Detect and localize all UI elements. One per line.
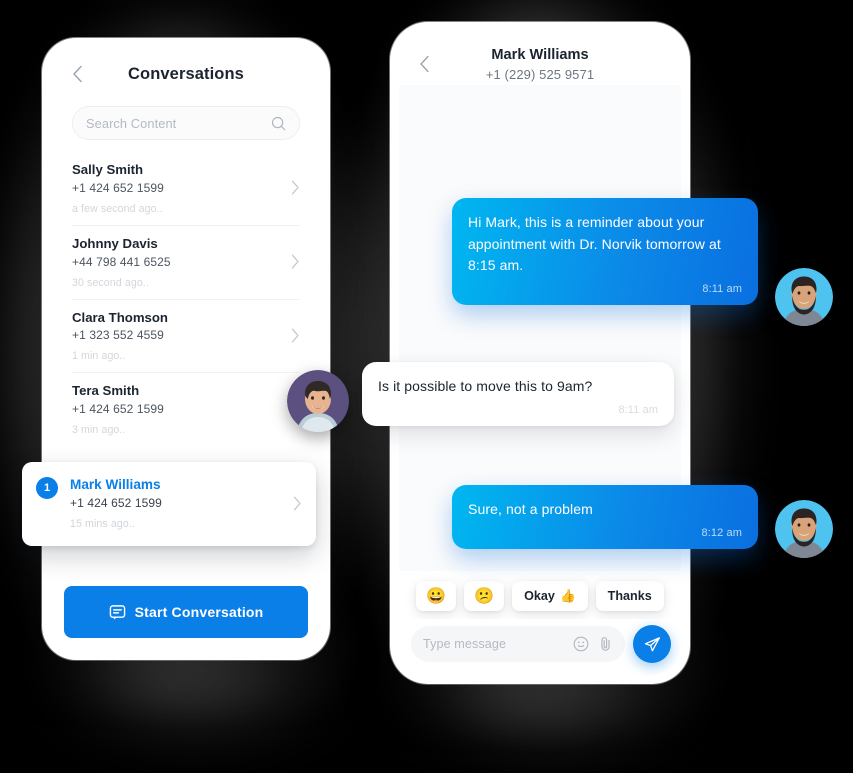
- message-text: Hi Mark, this is a reminder about your a…: [468, 214, 721, 274]
- message-input[interactable]: Type message: [411, 626, 625, 662]
- list-item[interactable]: Tera Smith +1 424 652 1599 3 min ago..: [72, 373, 300, 446]
- conversation-name: Clara Thomson: [72, 309, 168, 325]
- conversation-texts: Tera Smith +1 424 652 1599 3 min ago..: [72, 382, 283, 436]
- paperclip-icon[interactable]: [598, 636, 613, 652]
- send-paper-plane-icon: [644, 636, 661, 653]
- chevron-left-icon[interactable]: [415, 55, 433, 73]
- message-input-placeholder: Type message: [423, 637, 507, 651]
- conversation-phone: +1 424 652 1599: [72, 402, 164, 417]
- chat-contact-info: Mark Williams +1 (229) 525 9571: [399, 45, 681, 85]
- conversation-phone: +1 323 552 4559: [72, 328, 164, 343]
- conversations-header: Conversations: [50, 46, 322, 102]
- message-time: 8:11 am: [702, 283, 742, 296]
- chat-header: Mark Williams +1 (229) 525 9571: [399, 31, 681, 85]
- message-text: Is it possible to move this to 9am?: [378, 378, 593, 394]
- avatar-bearded-man: [775, 268, 833, 326]
- conversations-screen: Conversations Search Content Sally Smith…: [50, 46, 322, 652]
- avatar-smiling-man: [287, 370, 349, 432]
- conversation-name: Johnny Davis: [72, 235, 158, 251]
- highlighted-conversation-phone: +1 424 652 1599: [70, 496, 162, 511]
- message-text: Sure, not a problem: [468, 501, 593, 517]
- search-icon[interactable]: [271, 116, 286, 131]
- chevron-right-icon[interactable]: [283, 180, 300, 195]
- message-bubble-outgoing[interactable]: Hi Mark, this is a reminder about your a…: [452, 198, 758, 306]
- conversation-texts: Sally Smith +1 424 652 1599 a few second a…: [72, 161, 283, 215]
- chevron-right-icon[interactable]: [285, 496, 302, 511]
- quick-reply-emoji: 👍: [559, 588, 576, 603]
- quick-reply-bar[interactable]: 😀 😕 Okay 👍 Thanks: [399, 571, 681, 619]
- conversation-texts: Johnny Davis +44 798 441 6525 30 second ag…: [72, 235, 283, 289]
- search-container: Search Content: [50, 102, 322, 152]
- quick-reply-chip[interactable]: 😀: [416, 581, 457, 611]
- list-item[interactable]: Johnny Davis +44 798 441 6525 30 second ag…: [72, 226, 300, 300]
- start-conversation-button[interactable]: Start Conversation: [64, 586, 308, 638]
- highlighted-conversation-name: Mark Williams: [70, 477, 161, 492]
- conversation-phone: +1 424 652 1599: [72, 180, 164, 195]
- search-placeholder: Search Content: [86, 115, 177, 131]
- unread-badge: 1: [36, 477, 58, 499]
- quick-reply-emoji: 😕: [474, 588, 495, 605]
- page-title: Conversations: [128, 64, 244, 83]
- conversation-phone: +44 798 441 6525: [72, 254, 171, 269]
- message-time: 8:12 am: [701, 526, 742, 539]
- scene-root: Conversations Search Content Sally Smith…: [0, 0, 853, 773]
- quick-reply-label: Thanks: [607, 589, 652, 603]
- highlighted-conversation-time: 15 mins ago..: [70, 518, 135, 531]
- highlighted-conversation-card[interactable]: 1 Mark Williams +1 424 652 1599 15 mins …: [22, 462, 316, 547]
- conversation-time: a few second ago..: [72, 202, 163, 215]
- message-input-bar: Type message: [399, 619, 681, 675]
- phone-chat: Mark Williams +1 (229) 525 9571 😀 😕 Okay 👍 T…: [390, 22, 690, 684]
- start-conversation-label: Start Conversation: [134, 604, 264, 620]
- quick-reply-chip[interactable]: Thanks: [595, 581, 664, 611]
- conversation-texts: Clara Thomson +1 323 552 4559 1 min ago..: [72, 309, 283, 363]
- send-button[interactable]: [633, 625, 671, 663]
- chevron-left-icon[interactable]: [68, 65, 86, 83]
- conversation-name: Tera Smith: [72, 383, 140, 399]
- chat-bubble-icon: [109, 604, 126, 621]
- quick-reply-chip[interactable]: Okay 👍: [512, 581, 588, 611]
- smiley-icon[interactable]: [573, 636, 589, 652]
- quick-reply-chip[interactable]: 😕: [464, 581, 505, 611]
- message-bubble-incoming[interactable]: Is it possible to move this to 9am? 8:11…: [362, 362, 674, 426]
- conversation-name: Sally Smith: [72, 162, 144, 177]
- highlighted-conversation-texts: Mark Williams +1 424 652 1599 15 mins ag…: [70, 476, 285, 530]
- chevron-right-icon[interactable]: [283, 254, 300, 269]
- quick-reply-emoji: 😀: [426, 588, 447, 605]
- phone-conversations: Conversations Search Content Sally Smith…: [42, 38, 330, 660]
- message-time: 8:11 am: [618, 403, 658, 416]
- search-input[interactable]: Search Content: [72, 106, 300, 140]
- quick-reply-label: Okay: [524, 589, 555, 603]
- chat-screen: Mark Williams +1 (229) 525 9571 😀 😕 Okay 👍 T…: [399, 31, 681, 675]
- list-item[interactable]: Sally Smith +1 424 652 1599 a few second a…: [72, 152, 300, 226]
- conversation-time: 30 second ago..: [72, 276, 149, 289]
- message-bubble-outgoing[interactable]: Sure, not a problem 8:12 am: [452, 485, 758, 549]
- list-item[interactable]: Clara Thomson +1 323 552 4559 1 min ago..: [72, 300, 300, 374]
- chevron-right-icon[interactable]: [283, 328, 300, 343]
- conversation-time: 3 min ago..: [72, 424, 126, 437]
- conversation-time: 1 min ago..: [72, 350, 126, 363]
- chat-contact-number: +1 (229) 525 9571: [485, 67, 595, 83]
- avatar-bearded-man: [775, 500, 833, 558]
- chat-contact-name: Mark Williams: [491, 47, 589, 63]
